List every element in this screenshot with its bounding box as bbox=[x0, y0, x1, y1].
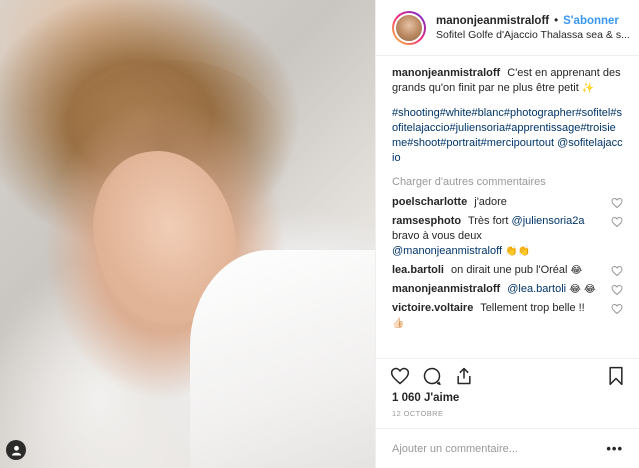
comment-item: lea.bartoli on dirait une pub l'Oréal 😂 bbox=[392, 263, 623, 278]
comment-emoji: 👍🏻 bbox=[392, 318, 405, 329]
heart-icon[interactable] bbox=[390, 366, 410, 386]
comment-username[interactable]: lea.bartoli bbox=[392, 264, 444, 276]
heart-icon[interactable] bbox=[611, 303, 623, 315]
header-separator: • bbox=[554, 14, 559, 27]
comment-username[interactable]: manonjeanmistraloff bbox=[392, 283, 500, 295]
header-username[interactable]: manonjeanmistraloff bbox=[436, 15, 549, 27]
comment-username[interactable]: victoire.voltaire bbox=[392, 302, 473, 314]
comment-mention-2[interactable]: @manonjeanmistraloff bbox=[392, 245, 502, 257]
comment-mention[interactable]: @lea.bartoli bbox=[507, 283, 566, 295]
comment-body: ramsesphoto Très fort @juliensoria2a bra… bbox=[392, 214, 611, 259]
follow-button[interactable]: S'abonner bbox=[563, 15, 619, 27]
comment-item: manonjeanmistraloff @lea.bartoli 😂 😂 bbox=[392, 282, 623, 297]
heart-icon[interactable] bbox=[611, 216, 623, 228]
comment-username[interactable]: ramsesphoto bbox=[392, 215, 461, 227]
heart-icon[interactable] bbox=[611, 197, 623, 209]
user-tag-icon[interactable] bbox=[6, 440, 26, 460]
comment-text-2: bravo à vous deux bbox=[392, 230, 482, 242]
caption: manonjeanmistraloff C'est en apprenant d… bbox=[392, 66, 623, 96]
caption-username[interactable]: manonjeanmistraloff bbox=[392, 67, 500, 79]
more-icon[interactable]: ••• bbox=[606, 441, 623, 456]
comment-text: j'adore bbox=[474, 196, 507, 208]
share-icon[interactable] bbox=[454, 366, 474, 386]
comment-body: manonjeanmistraloff @lea.bartoli 😂 😂 bbox=[392, 282, 611, 297]
post-photo[interactable] bbox=[0, 0, 375, 468]
comment-item: poelscharlotte j'adore bbox=[392, 195, 623, 210]
location-link[interactable]: Sofitel Golfe d'Ajaccio Thalassa sea & s… bbox=[436, 29, 631, 41]
add-comment-bar: ••• bbox=[376, 428, 639, 468]
post-date: 12 OCTOBRE bbox=[392, 409, 444, 418]
comment-text: Très fort bbox=[467, 215, 509, 227]
avatar[interactable] bbox=[392, 10, 426, 45]
post-header: manonjeanmistraloff • S'abonner Sofitel … bbox=[376, 0, 639, 56]
comments-section: manonjeanmistraloff C'est en apprenant d… bbox=[376, 56, 639, 356]
comment-text: on dirait une pub l'Oréal bbox=[451, 264, 568, 276]
post-container: manonjeanmistraloff • S'abonner Sofitel … bbox=[0, 0, 639, 468]
photo-shirt bbox=[190, 250, 375, 468]
heart-icon[interactable] bbox=[611, 284, 623, 296]
comment-item: ramsesphoto Très fort @juliensoria2a bra… bbox=[392, 214, 623, 259]
comment-mention[interactable]: @juliensoria2a bbox=[512, 215, 585, 227]
comment-text: Tellement trop belle !! bbox=[480, 302, 585, 314]
header-line: manonjeanmistraloff • S'abonner bbox=[436, 15, 631, 27]
actions-bar bbox=[376, 358, 639, 392]
comment-input[interactable] bbox=[392, 442, 607, 455]
load-more-comments[interactable]: Charger d'autres commentaires bbox=[392, 175, 623, 190]
comment-body: victoire.voltaire Tellement trop belle !… bbox=[392, 301, 611, 331]
avatar-image bbox=[394, 12, 424, 43]
comment-body: lea.bartoli on dirait une pub l'Oréal 😂 bbox=[392, 263, 611, 278]
comment-emoji: 😂 😂 bbox=[569, 284, 596, 295]
comment-icon[interactable] bbox=[422, 366, 442, 386]
sparkle-emoji: ✨ bbox=[581, 83, 595, 94]
comment-username[interactable]: poelscharlotte bbox=[392, 196, 467, 208]
post-sidebar: manonjeanmistraloff • S'abonner Sofitel … bbox=[375, 0, 639, 468]
comment-body: poelscharlotte j'adore bbox=[392, 195, 611, 210]
comment-emoji: 👏👏 bbox=[505, 246, 530, 257]
caption-hashtags: #shooting#white#blanc#photographer#sofit… bbox=[392, 106, 623, 166]
comment-item: victoire.voltaire Tellement trop belle !… bbox=[392, 301, 623, 331]
likes-count[interactable]: 1 060 J'aime bbox=[376, 392, 639, 404]
header-text: manonjeanmistraloff • S'abonner Sofitel … bbox=[436, 15, 631, 41]
bookmark-icon[interactable] bbox=[607, 366, 625, 386]
heart-icon[interactable] bbox=[611, 265, 623, 277]
comment-emoji: 😂 bbox=[570, 265, 583, 276]
